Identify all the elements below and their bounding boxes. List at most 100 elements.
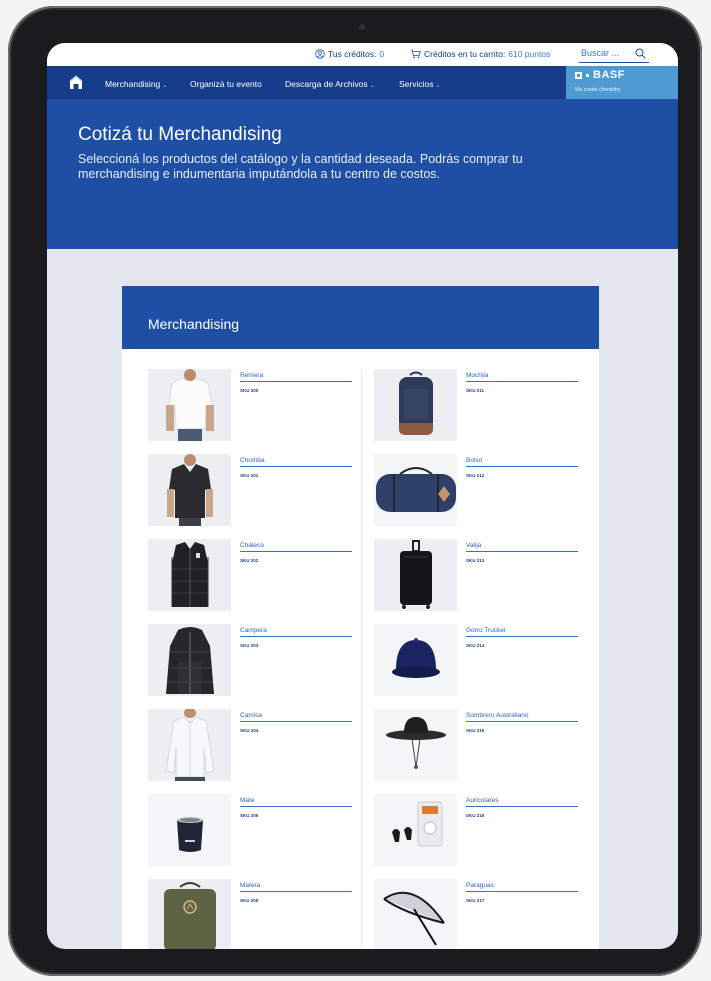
product-sku: SKU 202 [240,558,259,563]
earbuds-icon [392,801,443,847]
product-name: Paraguas [466,882,578,892]
product-item[interactable]: Campera SKU 203 [148,624,358,696]
suitcase-icon [400,540,432,609]
product-thumb [148,454,231,526]
product-thumb [148,794,231,866]
basf-logo: BASF [575,69,625,81]
credits-label: Tus créditos: [328,49,377,59]
nav-descarga-archivos[interactable]: Descarga de Archivos ⌄ [285,79,375,89]
duffel-bag-icon [376,467,456,512]
product-name: Mochila [466,372,578,382]
product-thumb [148,369,231,441]
home-icon[interactable] [69,75,83,90]
search-input[interactable] [579,46,627,58]
credits-value: 0 [379,49,385,59]
product-sku: SKU 206 [240,898,259,903]
nav-merchandising[interactable]: Merchandising ⌄ [105,79,167,89]
chevron-down-icon: ⌄ [435,83,441,89]
nav-descarga-archivos-label: Descarga de Archivos [285,79,368,89]
cart-label: Créditos en tu carrito: [424,49,506,59]
jacket-icon [166,627,214,694]
shirt-icon [165,709,215,781]
catalog-title: Merchandising [148,316,240,332]
product-catalog: Merchandising Remera SKU 200 Chomba SKU … [122,286,599,949]
product-item[interactable]: Remera SKU 200 [148,369,358,441]
product-thumb [148,709,231,781]
hero-banner: Cotizá tu Merchandising Seleccioná los p… [47,99,678,249]
product-sku: SKU 214 [466,643,485,648]
user-icon [315,49,325,59]
nav-organiza-evento[interactable]: Organizá tu evento [190,79,262,89]
logo-dot-icon [586,73,589,77]
product-item[interactable]: Gorro Trucker SKU 214 [374,624,584,696]
product-name: Campera [240,627,352,637]
product-thumb [148,539,231,611]
product-thumb [374,454,457,526]
credits-link[interactable]: Tus créditos: 0 [315,49,384,59]
product-name: Valija [466,542,578,552]
product-sku: SKU 205 [240,813,259,818]
product-thumb [148,624,231,696]
page-title: Cotizá tu Merchandising [78,124,282,145]
product-thumb [374,794,457,866]
product-item[interactable]: Sombrero Australiano SKU 215 [374,709,584,781]
vest-icon [171,542,209,607]
product-item[interactable]: Bolso SKU 212 [374,454,584,526]
product-item[interactable]: Camisa SKU 204 [148,709,358,781]
product-thumb [374,879,457,949]
bucket-hat-icon [386,717,446,769]
nav-servicios[interactable]: Servicios ⌄ [399,79,441,89]
product-sku: SKU 216 [466,813,485,818]
product-item[interactable]: Mate SKU 205 [148,794,358,866]
product-thumb [374,539,457,611]
umbrella-icon [383,891,445,946]
product-item[interactable]: Matera SKU 206 [148,879,358,949]
nav-servicios-label: Servicios [399,79,434,89]
brand-box[interactable]: BASF We create chemistry [566,66,678,99]
camera-dot [359,24,365,30]
product-sku: SKU 217 [466,898,485,903]
product-sku: SKU 203 [240,643,259,648]
main-nav: Merchandising ⌄ Organizá tu evento Descar… [47,66,678,99]
product-thumb [374,369,457,441]
chevron-down-icon: ⌄ [369,83,375,89]
column-divider [361,369,362,949]
product-thumb [374,624,457,696]
product-name: Bolso [466,457,578,467]
product-sku: SKU 213 [466,558,485,563]
product-item[interactable]: Auriculares SKU 216 [374,794,584,866]
tshirt-icon [166,369,214,441]
product-name: Gorro Trucker [466,627,578,637]
product-sku: SKU 201 [240,473,259,478]
product-thumb [374,709,457,781]
product-sku: SKU 215 [466,728,485,733]
brand-name: BASF [593,69,625,81]
product-item[interactable]: Mochila SKU 211 [374,369,584,441]
trucker-cap-icon [392,638,440,678]
polo-icon [167,454,213,526]
search-icon[interactable] [635,48,646,59]
logo-square-icon [575,71,582,79]
mate-icon [177,817,203,852]
product-item[interactable]: Paraguas SKU 217 [374,879,584,949]
product-item[interactable]: Chaleco SKU 202 [148,539,358,611]
product-sku: SKU 211 [466,388,485,393]
screen: Tus créditos: 0 Créditos en tu carrito: … [47,43,678,949]
product-name: Chaleco [240,542,352,552]
product-name: Remera [240,372,352,382]
brand-tagline: We create chemistry [575,87,621,93]
product-sku: SKU 200 [240,388,259,393]
chevron-down-icon: ⌄ [162,83,168,89]
product-name: Matera [240,882,352,892]
catalog-header: Merchandising [122,286,599,349]
product-item[interactable]: Valija SKU 213 [374,539,584,611]
product-name: Camisa [240,712,352,722]
product-sku: SKU 204 [240,728,259,733]
product-item[interactable]: Chomba SKU 201 [148,454,358,526]
cart-link[interactable]: Créditos en tu carrito: 610 puntos [410,49,550,59]
product-name: Mate [240,797,352,807]
product-name: Auriculares [466,797,578,807]
product-thumb [148,879,231,949]
mate-bag-icon [164,882,216,949]
nav-merchandising-label: Merchandising [105,79,161,89]
